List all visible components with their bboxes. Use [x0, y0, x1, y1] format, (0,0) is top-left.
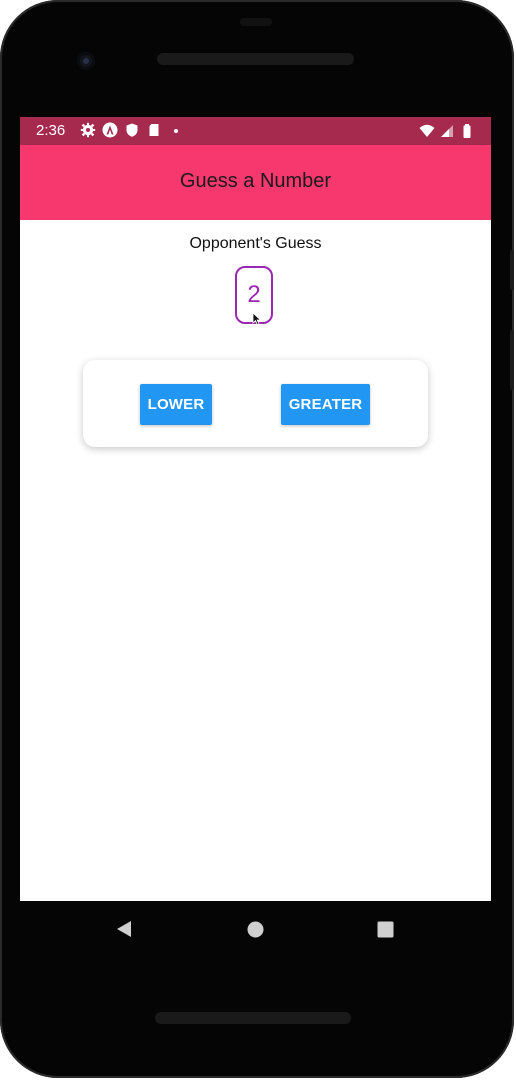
- mouse-cursor-icon: [252, 312, 262, 326]
- volume-button: [510, 250, 514, 290]
- status-time: 2:36: [36, 122, 66, 139]
- system-icons: [419, 123, 475, 139]
- screen: 2:36 Guess a Number Opponent's Guess 2 L…: [20, 117, 491, 901]
- navigation-bar: [20, 901, 491, 957]
- dot-icon: [174, 129, 178, 133]
- front-camera: [77, 52, 95, 70]
- front-sensor: [240, 18, 272, 26]
- guess-number: 2: [247, 281, 261, 308]
- sd-card-icon: [149, 124, 159, 136]
- wifi-icon: [419, 124, 435, 137]
- gear-icon: [80, 122, 96, 138]
- lower-button[interactable]: LOWER: [140, 384, 212, 425]
- recents-icon[interactable]: [377, 921, 394, 938]
- signal-icon: [441, 125, 453, 137]
- greater-button[interactable]: GREATER: [281, 384, 370, 425]
- power-button: [510, 330, 514, 390]
- header-title: Guess a Number: [179, 170, 332, 192]
- buttons-card: LOWER GREATER: [83, 360, 428, 447]
- a-icon: [102, 122, 118, 138]
- bottom-speaker: [155, 1012, 351, 1024]
- earpiece-speaker: [157, 53, 354, 65]
- opponent-guess-label: Opponent's Guess: [189, 235, 322, 252]
- battery-icon: [463, 124, 471, 138]
- back-icon[interactable]: [115, 920, 133, 938]
- shield-icon: [126, 123, 138, 137]
- phone-frame: 2:36 Guess a Number Opponent's Guess 2 L…: [0, 0, 514, 1078]
- status-bar: 2:36: [20, 117, 491, 145]
- app-header: Guess a Number: [20, 145, 491, 220]
- home-icon[interactable]: [247, 921, 264, 938]
- notification-icons: [80, 122, 184, 138]
